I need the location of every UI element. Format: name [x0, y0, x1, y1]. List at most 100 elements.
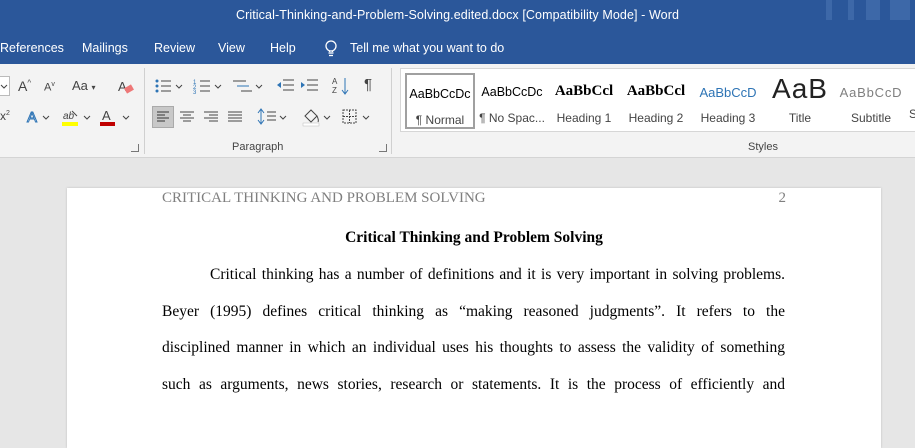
svg-text:A: A: [332, 77, 338, 86]
justify-icon: [228, 111, 242, 122]
font-size-dropdown[interactable]: [0, 76, 10, 96]
bullet-list-icon: [155, 79, 183, 93]
font-color-button[interactable]: A: [99, 108, 133, 131]
shading-button[interactable]: [302, 107, 334, 130]
font-color-icon: A: [100, 108, 130, 126]
style-normal[interactable]: AaBbCcDc ¶ Normal: [405, 73, 475, 129]
style-name: ¶ No Spac...: [479, 111, 545, 125]
multilevel-list-button[interactable]: [232, 77, 264, 98]
style-no-spacing[interactable]: AaBbCcDc ¶ No Spac...: [477, 73, 547, 129]
align-right-icon: [204, 111, 218, 122]
grow-font-label: A: [18, 78, 28, 94]
lightbulb-icon: [325, 40, 337, 57]
show-formatting-button[interactable]: ¶: [364, 76, 372, 93]
line-spacing-icon: [257, 108, 287, 125]
styles-group-label: Styles: [748, 141, 778, 153]
decrease-indent-icon: [277, 79, 294, 91]
borders-icon: [342, 109, 370, 124]
increase-indent-icon: [301, 79, 318, 91]
document-canvas: CRITICAL THINKING AND PROBLEM SOLVING 2 …: [0, 158, 915, 448]
paragraph-line: disciplined manner in which an individua…: [162, 339, 785, 356]
highlight-color-button[interactable]: ab: [60, 108, 94, 131]
style-name: ¶ Normal: [415, 113, 465, 127]
style-heading-2[interactable]: AaBbCcl Heading 2: [621, 73, 691, 129]
document-title: Critical Thinking and Problem Solving: [345, 229, 603, 246]
superscript-button[interactable]: x2: [0, 109, 10, 123]
justify-button[interactable]: [226, 108, 244, 129]
title-bar: Critical-Thinking-and-Problem-Solving.ed…: [0, 0, 915, 34]
paint-bucket-icon: [302, 109, 331, 127]
svg-text:A: A: [27, 109, 37, 126]
style-partial: S: [909, 107, 915, 121]
svg-text:A: A: [102, 108, 111, 123]
svg-text:Z: Z: [332, 86, 337, 95]
increase-indent-button[interactable]: [300, 77, 320, 98]
decrease-indent-button[interactable]: [276, 77, 296, 98]
ribbon-tabs: References Mailings Review View Help Tel…: [0, 34, 915, 64]
tab-mailings[interactable]: Mailings: [82, 41, 128, 55]
style-name: Title: [788, 111, 812, 125]
tab-view[interactable]: View: [218, 41, 245, 55]
clear-formatting-button[interactable]: A: [117, 77, 135, 98]
document-page[interactable]: CRITICAL THINKING AND PROBLEM SOLVING 2 …: [67, 188, 881, 448]
change-case-label: Aa: [72, 78, 88, 93]
paragraph-line: Beyer (1995) defines critical thinking a…: [162, 303, 785, 320]
change-case-button[interactable]: Aa ▾: [72, 78, 96, 93]
tell-me-label: Tell me what you want to do: [350, 41, 505, 55]
window-title: Critical-Thinking-and-Problem-Solving.ed…: [235, 8, 680, 22]
style-sample: AaBbCcDc: [481, 85, 543, 99]
sort-button[interactable]: AZ: [332, 76, 350, 99]
style-subtitle[interactable]: AaBbCcD Subtitle: [837, 73, 905, 129]
page-number: 2: [778, 190, 787, 206]
tell-me-box[interactable]: Tell me what you want to do: [324, 40, 505, 57]
style-heading-1[interactable]: AaBbCcl Heading 1: [549, 73, 619, 129]
borders-button[interactable]: [341, 107, 373, 130]
style-sample: AaBbCcD: [699, 85, 757, 100]
text-effects-button[interactable]: A: [26, 108, 54, 129]
style-name: Heading 2: [628, 111, 684, 125]
style-sample: AaB: [772, 73, 828, 104]
style-name: Heading 3: [700, 111, 756, 125]
paragraph-dialog-launcher[interactable]: [379, 144, 387, 152]
eraser-icon: A: [118, 79, 134, 94]
svg-text:A: A: [118, 79, 127, 94]
group-separator: [144, 68, 145, 154]
style-sample: AaBbCcD: [839, 85, 903, 100]
pilcrow-icon: ¶: [364, 76, 373, 93]
tab-references[interactable]: References: [0, 41, 64, 55]
font-dialog-launcher[interactable]: [131, 144, 139, 152]
align-right-button[interactable]: [202, 108, 220, 129]
style-title[interactable]: AaB Title: [765, 73, 835, 129]
ribbon: A^ Av Aa ▾ A x2 A ab A 123 AZ ¶ Paragrap…: [0, 64, 915, 158]
style-sample: AaBbCcl: [554, 83, 614, 99]
style-heading-3[interactable]: AaBbCcD Heading 3: [693, 73, 763, 129]
paragraph-line: such as arguments, news stories, researc…: [162, 376, 785, 393]
tab-review[interactable]: Review: [154, 41, 195, 55]
bullets-button[interactable]: [154, 77, 186, 98]
align-left-icon: [157, 111, 169, 122]
style-sample: AaBbCcl: [626, 83, 686, 99]
numbering-button[interactable]: 123: [193, 77, 225, 98]
multilevel-list-icon: [233, 80, 263, 92]
align-center-icon: [180, 111, 194, 122]
style-name: Subtitle: [850, 111, 892, 125]
align-center-button[interactable]: [178, 108, 196, 129]
numbered-list-icon: 123: [193, 80, 222, 96]
highlighter-icon: ab: [62, 110, 91, 126]
svg-text:ab: ab: [63, 111, 75, 122]
grow-font-button[interactable]: A^: [18, 78, 31, 94]
style-name: Heading 1: [556, 111, 612, 125]
chevron-down-icon: [0, 84, 8, 89]
tab-help[interactable]: Help: [270, 41, 296, 55]
paragraph-line: Critical thinking has a number of defini…: [210, 266, 785, 283]
shrink-font-button[interactable]: Av: [44, 81, 55, 94]
text-effects-icon: A: [27, 109, 50, 127]
align-left-button[interactable]: [152, 106, 174, 128]
styles-gallery: AaBbCcDc ¶ Normal AaBbCcDc ¶ No Spac... …: [400, 68, 915, 132]
style-sample: AaBbCcDc: [409, 87, 471, 101]
paragraph-group-label: Paragraph: [232, 141, 284, 153]
line-spacing-button[interactable]: [257, 107, 289, 130]
running-header: CRITICAL THINKING AND PROBLEM SOLVING: [162, 190, 486, 206]
group-separator: [391, 68, 392, 154]
sort-icon: AZ: [332, 77, 349, 95]
